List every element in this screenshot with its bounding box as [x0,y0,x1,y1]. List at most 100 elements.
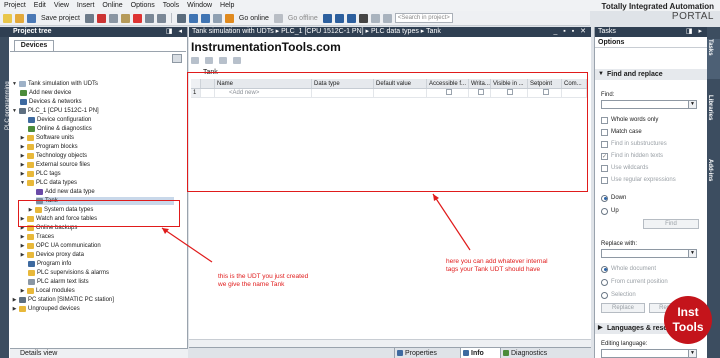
collapse-panel-icon[interactable]: ◨ ◂ [166,27,184,37]
find-hidden-option[interactable]: Find in hidden texts [601,152,663,160]
direction-down-option[interactable]: Down [601,194,626,202]
selection-option[interactable]: Selection [601,291,636,299]
expand-arrow-icon[interactable]: ▶ [20,161,25,169]
split-vertical-icon[interactable] [382,13,392,23]
tree-item-traces[interactable]: ▶ Traces [20,233,54,241]
delete-icon[interactable] [132,13,142,23]
expand-arrow-icon[interactable]: ▶ [20,251,25,259]
window-controls-icon[interactable]: _ ▪ ▪ ✕ [553,27,588,37]
regex-checkbox[interactable] [601,176,608,184]
tree-item-plc[interactable]: ▼ PLC_1 [CPU 1512C-1 PN] [12,107,99,115]
go-offline-icon[interactable] [273,13,283,23]
tree-item-add-data-type[interactable]: Add new data type [36,188,95,196]
open-project-icon[interactable] [15,13,24,23]
menu-options[interactable]: Options [131,2,155,9]
tab-diagnostics[interactable]: Diagnostics [500,348,560,358]
menu-project[interactable]: Project [4,2,26,9]
tab-info[interactable]: Info [460,348,500,358]
details-view-toggle[interactable]: Details view [10,348,188,358]
plc-programming-side-tab[interactable]: PLC programming [0,37,11,358]
save-project-button[interactable]: Save project [41,15,80,22]
tree-item-supervisions[interactable]: PLC supervisions & alarms [28,269,109,277]
direction-up-option[interactable]: Up [601,207,619,215]
compile-icon[interactable] [176,13,186,23]
collapse-all-icon[interactable] [232,57,241,64]
find-hidden-checkbox[interactable] [601,152,608,160]
expand-all-icon[interactable] [218,57,227,64]
whole-words-checkbox[interactable] [601,116,608,124]
print-icon[interactable] [84,13,94,23]
menu-tools[interactable]: Tools [163,2,179,9]
project-search-input[interactable]: <Search in project> [394,13,453,23]
replace-input[interactable]: ▼ [601,249,697,258]
tree-item-online-diag[interactable]: Online & diagnostics [28,125,92,133]
expand-arrow-icon[interactable]: ▶ [20,152,25,160]
wildcards-option[interactable]: Use wildcards [601,164,648,172]
cut-icon[interactable] [96,13,106,23]
whole-words-option[interactable]: Whole words only [601,116,658,124]
replace-button[interactable]: Replace [601,303,645,313]
copy-icon[interactable] [108,13,118,23]
regex-option[interactable]: Use regular expressions [601,176,676,184]
devices-tab[interactable]: Devices [14,40,54,51]
expand-arrow-icon[interactable]: ▼ [12,107,17,115]
expand-arrow-icon[interactable]: ▶ [20,143,25,151]
download-icon[interactable] [188,13,198,23]
tree-item-add-device[interactable]: Add new device [20,89,71,97]
tree-item-plc-tags[interactable]: ▶ PLC tags [20,170,61,178]
menu-view[interactable]: View [54,2,69,9]
tree-item-program-info[interactable]: Program info [28,260,71,268]
find-input[interactable]: ▼ [601,100,697,109]
down-radio[interactable] [601,194,608,202]
accessible-devices-icon[interactable] [322,13,332,23]
tasks-window-icons[interactable]: ◨ ▸ [686,27,704,37]
tree-item-software-units[interactable]: ▶ Software units [20,134,74,142]
wildcards-checkbox[interactable] [601,164,608,172]
tree-item-opc-ua[interactable]: ▶ OPC UA communication [20,242,101,250]
go-online-icon[interactable] [224,13,234,23]
insert-row-icon[interactable] [191,57,199,64]
go-offline-button[interactable]: Go offline [288,15,318,22]
expand-arrow-icon[interactable]: ▼ [20,179,25,187]
horizontal-scrollbar[interactable] [189,339,591,347]
tree-item-pc-station[interactable]: ▶ PC station [SIMATIC PC station] [12,296,114,304]
expand-arrow-icon[interactable]: ▼ [12,80,17,88]
tree-item-external-sources[interactable]: ▶ External source files [20,161,90,169]
menu-insert[interactable]: Insert [77,2,95,9]
undo-icon[interactable] [144,13,154,23]
match-case-option[interactable]: Match case [601,128,642,136]
replace-dropdown-icon[interactable]: ▼ [688,250,696,257]
find-button[interactable]: Find [643,219,699,229]
tree-item-devices-networks[interactable]: Devices & networks [20,98,82,106]
tab-properties[interactable]: Properties [394,348,460,358]
from-current-option[interactable]: From current position [601,278,668,286]
tree-item-program-blocks[interactable]: ▶ Program blocks [20,143,78,151]
tree-view-toggle-icon[interactable] [172,54,182,63]
redo-icon[interactable] [156,13,166,23]
tree-item-ungrouped-devices[interactable]: ▶ Ungrouped devices [12,305,80,313]
new-project-icon[interactable] [3,13,12,23]
editing-language-select[interactable]: ▼ [601,349,697,358]
tab-libraries[interactable]: Libraries [707,95,720,145]
expand-arrow-icon[interactable]: ▶ [12,305,17,313]
from-current-radio[interactable] [601,278,608,286]
add-row-icon[interactable] [204,57,213,64]
expand-arrow-icon[interactable]: ▶ [20,170,25,178]
up-radio[interactable] [601,207,608,215]
menu-window[interactable]: Window [187,2,212,9]
expand-arrow-icon[interactable]: ▶ [12,296,17,304]
tree-item-local-modules[interactable]: ▶ Local modules [20,287,75,295]
tab-add-ins[interactable]: Add-ins [707,159,720,199]
save-icon[interactable] [27,13,36,23]
close-x-icon[interactable] [358,13,368,23]
language-dropdown-icon[interactable]: ▼ [688,350,696,357]
expand-arrow-icon[interactable]: ▶ [20,242,25,250]
split-horizontal-icon[interactable] [370,13,380,23]
tree-item-alarm-text-lists[interactable]: PLC alarm text lists [28,278,89,286]
tree-item-device-proxy[interactable]: ▶ Device proxy data [20,251,84,259]
selection-radio[interactable] [601,291,608,299]
tab-tasks[interactable]: Tasks [707,39,720,79]
find-substructures-checkbox[interactable] [601,140,608,148]
tree-item-device-config[interactable]: Device configuration [28,116,91,124]
menu-help[interactable]: Help [220,2,234,9]
